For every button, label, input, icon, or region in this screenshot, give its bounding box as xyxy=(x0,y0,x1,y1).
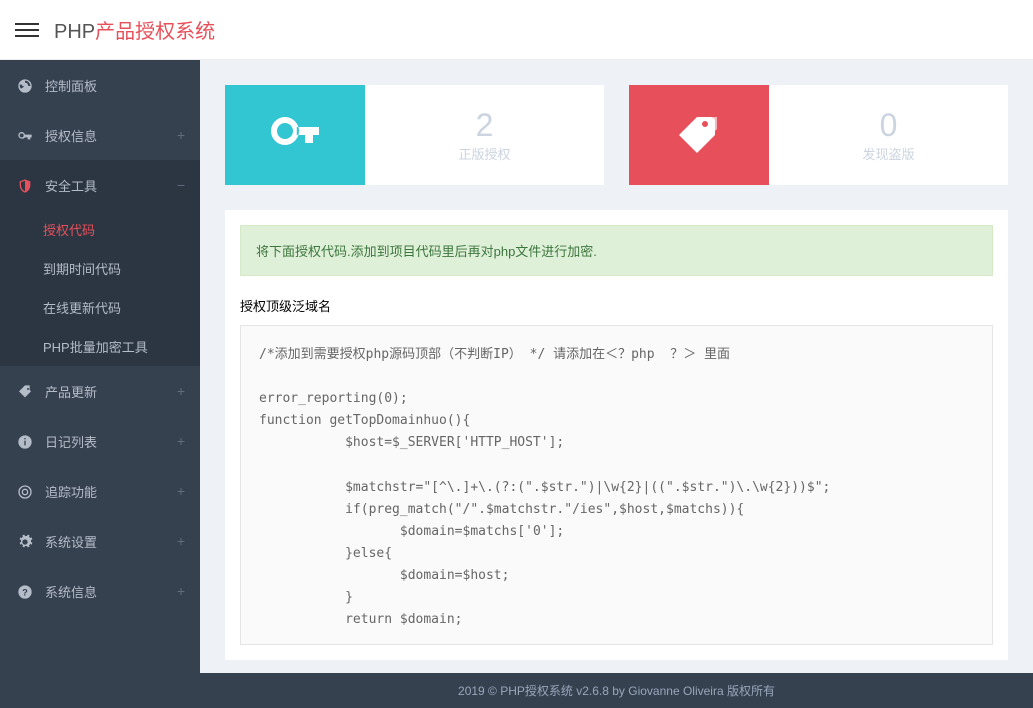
sidebar-item-label: 系统信息 xyxy=(45,582,177,601)
key-icon xyxy=(225,85,365,185)
alert-success: 将下面授权代码.添加到项目代码里后再对php文件进行加密. xyxy=(240,225,993,276)
sidebar-item-settings[interactable]: 系统设置 + xyxy=(0,516,200,566)
tags-icon xyxy=(629,85,769,185)
submenu-item-update-code[interactable]: 在线更新代码 xyxy=(0,288,200,327)
submenu-item-expire-code[interactable]: 到期时间代码 xyxy=(0,249,200,288)
section-title: 授权顶级泛域名 xyxy=(240,296,993,315)
sidebar-item-label: 安全工具 xyxy=(45,176,177,195)
header: PHP产品授权系统 xyxy=(0,0,1033,60)
sidebar-item-label: 授权信息 xyxy=(45,126,177,145)
key-icon xyxy=(15,126,35,143)
stats-row: 2 正版授权 0 发现盗版 xyxy=(225,85,1008,185)
expand-icon: + xyxy=(177,433,185,449)
code-block[interactable]: /*添加到需要授权php源码顶部（不判断IP） */ 请添加在＜？php ？＞ … xyxy=(240,325,993,645)
main-content: 2 正版授权 0 发现盗版 将下面授权代码.添加到项目代码里后再对php文件进行… xyxy=(200,60,1033,708)
collapse-icon: − xyxy=(177,177,185,193)
svg-text:?: ? xyxy=(22,587,28,597)
code-panel: 将下面授权代码.添加到项目代码里后再对php文件进行加密. 授权顶级泛域名 /*… xyxy=(225,210,1008,660)
sidebar-item-logs[interactable]: 日记列表 + xyxy=(0,416,200,466)
sidebar-item-system-info[interactable]: ? 系统信息 + xyxy=(0,566,200,616)
menu-toggle-icon[interactable] xyxy=(15,19,39,41)
sidebar: 控制面板 授权信息 + 安全工具 − 授权代码 到期时间代码 在线更新代码 PH… xyxy=(0,60,200,708)
target-icon xyxy=(15,482,35,499)
stat-label: 发现盗版 xyxy=(862,144,914,163)
sidebar-item-track[interactable]: 追踪功能 + xyxy=(0,466,200,516)
sidebar-item-product-update[interactable]: 产品更新 + xyxy=(0,366,200,416)
expand-icon: + xyxy=(177,583,185,599)
question-icon: ? xyxy=(15,582,35,599)
submenu-security: 授权代码 到期时间代码 在线更新代码 PHP批量加密工具 xyxy=(0,210,200,366)
submenu-item-encrypt-tool[interactable]: PHP批量加密工具 xyxy=(0,327,200,366)
info-icon xyxy=(15,432,35,449)
sidebar-item-auth-info[interactable]: 授权信息 + xyxy=(0,110,200,160)
footer: 2019 © PHP授权系统 v2.6.8 by Giovanne Olivei… xyxy=(200,673,1033,708)
stat-value: 0 xyxy=(880,107,898,144)
sidebar-item-label: 产品更新 xyxy=(45,382,177,401)
dashboard-icon xyxy=(15,76,35,93)
sidebar-item-label: 系统设置 xyxy=(45,532,177,551)
brand-title: PHP产品授权系统 xyxy=(54,15,215,44)
sidebar-item-label: 日记列表 xyxy=(45,432,177,451)
sidebar-item-label: 追踪功能 xyxy=(45,482,177,501)
shield-icon xyxy=(15,176,35,193)
submenu-item-auth-code[interactable]: 授权代码 xyxy=(0,210,200,249)
expand-icon: + xyxy=(177,127,185,143)
sidebar-item-security[interactable]: 安全工具 − xyxy=(0,160,200,210)
tag-icon xyxy=(15,382,35,399)
stat-value: 2 xyxy=(476,107,494,144)
stat-card-authorized[interactable]: 2 正版授权 xyxy=(225,85,604,185)
gear-icon xyxy=(15,532,35,549)
sidebar-item-dashboard[interactable]: 控制面板 xyxy=(0,60,200,110)
sidebar-item-label: 控制面板 xyxy=(45,76,185,95)
stat-card-pirated[interactable]: 0 发现盗版 xyxy=(629,85,1008,185)
expand-icon: + xyxy=(177,483,185,499)
expand-icon: + xyxy=(177,533,185,549)
stat-label: 正版授权 xyxy=(458,144,510,163)
expand-icon: + xyxy=(177,383,185,399)
